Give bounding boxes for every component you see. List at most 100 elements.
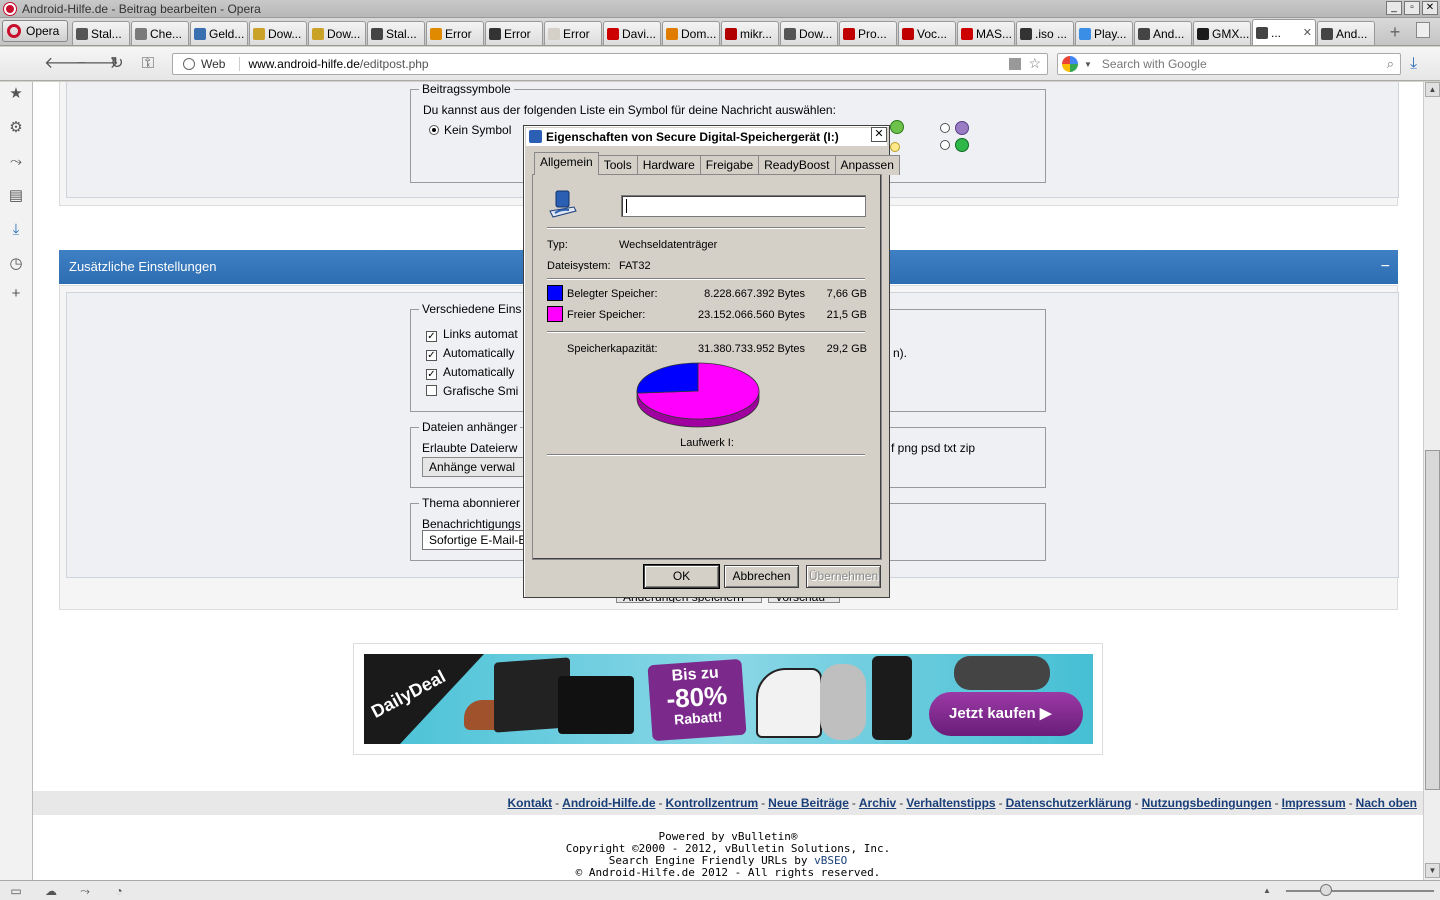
chevron-down-icon[interactable]: ▼ — [1084, 60, 1092, 69]
opera-menu-button[interactable]: Opera — [2, 20, 68, 42]
browser-tab[interactable]: Geld... — [190, 21, 248, 45]
add-panel-icon[interactable]: + — [8, 286, 24, 302]
browser-tab[interactable]: mikr... — [721, 21, 779, 45]
browser-tab[interactable]: .iso ... — [1016, 21, 1074, 45]
footer-link[interactable]: Verhaltenstipps — [906, 796, 995, 810]
rss-icon[interactable] — [1009, 58, 1021, 70]
turbo-icon[interactable]: ◔ — [112, 884, 126, 898]
panel-toggle-icon[interactable]: ▭ — [9, 884, 23, 898]
option-links-automat[interactable]: ✓ Links automat — [426, 327, 518, 342]
browser-tab[interactable]: Stal... — [72, 21, 130, 45]
auto2-checkbox[interactable]: ✓ — [426, 369, 437, 380]
ok-button[interactable]: OK — [643, 564, 720, 589]
browser-tab[interactable]: And... — [1317, 21, 1375, 45]
volume-name-input[interactable] — [621, 195, 866, 217]
dialog-tab[interactable]: Hardware — [636, 155, 701, 175]
footer-link[interactable]: Kontrollzentrum — [666, 796, 759, 810]
browser-tab[interactable]: Play... — [1075, 21, 1133, 45]
arrow-radio[interactable] — [940, 140, 950, 150]
footer-link[interactable]: Android-Hilfe.de — [562, 796, 655, 810]
search-icon[interactable]: ⌕ — [1387, 56, 1394, 72]
unite-status-icon[interactable]: ⤳ — [78, 884, 92, 898]
smilies-checkbox[interactable] — [426, 385, 437, 396]
dialog-close-button[interactable]: ✕ — [871, 127, 887, 142]
close-window-button[interactable]: ✕ — [1422, 1, 1438, 15]
browser-tab[interactable]: Davi... — [603, 21, 661, 45]
trash-icon[interactable] — [1416, 22, 1430, 38]
unite-icon[interactable]: ⤳ — [8, 154, 24, 170]
downloads-icon[interactable]: ⤓ — [1410, 55, 1426, 72]
footer-link[interactable]: Archiv — [859, 796, 896, 810]
transfers-icon[interactable]: ⤓ — [8, 222, 24, 238]
scroll-up-button[interactable]: ▲ — [1425, 82, 1440, 97]
reload-button[interactable]: ↻ — [107, 54, 127, 74]
footer-link[interactable]: Nutzungsbedingungen — [1142, 796, 1272, 810]
back-button[interactable]: 🡐 — [44, 54, 87, 74]
footer-link[interactable]: Kontakt — [508, 796, 553, 810]
restore-button[interactable]: ▫ — [1404, 1, 1420, 15]
footer-link[interactable]: Impressum — [1282, 796, 1346, 810]
smiley-grin-icon[interactable] — [890, 120, 904, 134]
browser-tab[interactable]: Error — [426, 21, 484, 45]
history-icon[interactable]: ◷ — [8, 256, 24, 272]
apply-button[interactable]: Übernehmen — [806, 565, 881, 588]
auto1-checkbox[interactable]: ✓ — [426, 350, 437, 361]
key-icon[interactable]: ⚿ — [138, 54, 158, 74]
dailydeal-ad[interactable]: DailyDeal Bis zu -80% Rabatt! Jetzt kauf… — [364, 654, 1093, 744]
browser-tab[interactable]: Stal... — [367, 21, 425, 45]
minimize-button[interactable]: _ — [1386, 1, 1402, 15]
collapse-icon[interactable]: − — [1381, 250, 1390, 284]
browser-tab[interactable]: ... ✕ — [1252, 19, 1316, 45]
google-icon[interactable] — [1062, 56, 1078, 72]
search-field[interactable]: ▼ Search with Google ⌕ — [1057, 53, 1401, 75]
ad-buy-button[interactable]: Jetzt kaufen ▶ — [929, 692, 1083, 736]
vertical-scrollbar[interactable]: ▲ ▼ — [1423, 82, 1440, 880]
lightbulb-icon[interactable] — [890, 138, 900, 152]
browser-tab[interactable]: Error — [544, 21, 602, 45]
zoom-slider-knob[interactable] — [1320, 884, 1332, 896]
browser-tab[interactable]: Dow... — [249, 21, 307, 45]
smiley-sad-radio[interactable] — [940, 123, 950, 133]
cancel-button[interactable]: Abbrechen — [724, 565, 799, 588]
kein-symbol-option[interactable]: Kein Symbol — [429, 123, 511, 137]
notes-icon[interactable]: ▤ — [8, 188, 24, 204]
smiley-sad-option[interactable] — [940, 121, 969, 135]
footer-link[interactable]: Neue Beiträge — [768, 796, 849, 810]
bookmarks-icon[interactable]: ★ — [8, 86, 24, 102]
bookmark-star-icon[interactable]: ☆ — [1028, 55, 1041, 72]
address-bar[interactable]: Web www.android-hilfe.de/editpost.php ☆ — [172, 53, 1048, 75]
browser-tab[interactable]: GMX... — [1193, 21, 1251, 45]
kein-symbol-radio[interactable] — [429, 125, 439, 135]
browser-tab[interactable]: Dow... — [780, 21, 838, 45]
browser-tab[interactable]: Error — [485, 21, 543, 45]
footer-link[interactable]: Datenschutzerklärung — [1006, 796, 1132, 810]
close-tab-icon[interactable]: ✕ — [1303, 26, 1312, 39]
dialog-tab[interactable]: Anpassen — [834, 155, 900, 175]
dialog-tab[interactable]: Tools — [597, 155, 638, 175]
browser-tab[interactable]: And... — [1134, 21, 1192, 45]
cloud-icon[interactable]: ☁ — [44, 884, 58, 898]
forward-button[interactable]: 🡒 — [76, 54, 119, 74]
url-text[interactable]: www.android-hilfe.de/editpost.php — [248, 57, 428, 71]
option-grafische-smilies[interactable]: Grafische Smi — [426, 384, 518, 398]
browser-tab[interactable]: Pro... — [839, 21, 897, 45]
scroll-thumb[interactable] — [1425, 450, 1440, 790]
option-automatically-2[interactable]: ✓ Automatically — [426, 365, 514, 380]
dialog-tab[interactable]: Allgemein — [534, 152, 599, 175]
settings-gear-icon[interactable]: ⚙ — [8, 120, 24, 136]
browser-tab[interactable]: Dow... — [308, 21, 366, 45]
notification-select[interactable]: Sofortige E-Mail-B — [422, 530, 526, 550]
arrow-option[interactable] — [940, 138, 969, 152]
browser-tab[interactable]: MAS... — [957, 21, 1015, 45]
links-checkbox[interactable]: ✓ — [426, 331, 437, 342]
manage-attachments-button[interactable]: Anhänge verwal — [422, 457, 526, 477]
dialog-tab[interactable]: ReadyBoost — [758, 155, 836, 175]
option-automatically-1[interactable]: ✓ Automatically — [426, 346, 514, 361]
address-badge[interactable]: Web — [201, 57, 241, 71]
browser-tab[interactable]: Che... — [131, 21, 189, 45]
new-tab-button[interactable]: + — [1384, 21, 1406, 43]
dialog-tab[interactable]: Freigabe — [699, 155, 760, 175]
zoom-slider-track[interactable] — [1286, 890, 1434, 892]
browser-tab[interactable]: Voc... — [898, 21, 956, 45]
scroll-down-button[interactable]: ▼ — [1425, 863, 1440, 878]
